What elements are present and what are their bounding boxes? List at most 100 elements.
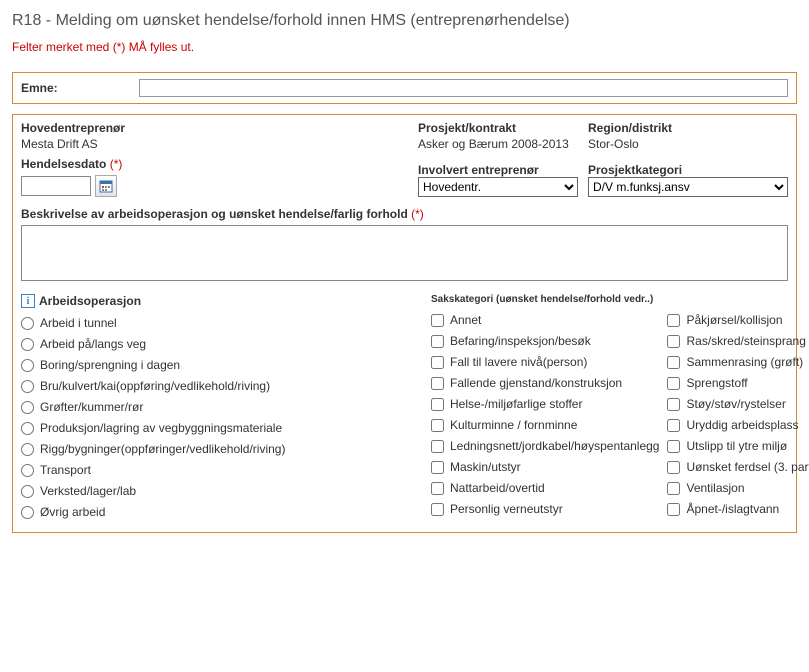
cat-label: Annet — [450, 313, 481, 328]
ops-item[interactable]: Arbeid i tunnel — [21, 316, 421, 331]
cat-label: Ledningsnett/jordkabel/høyspentanlegg — [450, 439, 659, 454]
ops-radio[interactable] — [21, 401, 34, 414]
cat-checkbox[interactable] — [431, 440, 444, 453]
cat-checkbox[interactable] — [667, 503, 680, 516]
ops-radio[interactable] — [21, 506, 34, 519]
desc-textarea[interactable] — [21, 225, 788, 281]
ops-radio[interactable] — [21, 485, 34, 498]
cat-item[interactable]: Uryddig arbeidsplass — [667, 418, 809, 433]
cat-item[interactable]: Befaring/inspeksjon/besøk — [431, 334, 659, 349]
cat-checkbox[interactable] — [431, 335, 444, 348]
ops-item[interactable]: Bru/kulvert/kai(oppføring/vedlikehold/ri… — [21, 379, 421, 394]
cat-item[interactable]: Uønsket ferdsel (3. part) — [667, 460, 809, 475]
cat-item[interactable]: Støy/støv/rystelser — [667, 397, 809, 412]
cat-item[interactable]: Annet — [431, 313, 659, 328]
ops-label: Arbeid på/langs veg — [40, 337, 146, 352]
cat-checkbox[interactable] — [431, 503, 444, 516]
cat-checkbox[interactable] — [667, 314, 680, 327]
ops-label: Arbeid i tunnel — [40, 316, 117, 331]
ops-item[interactable]: Transport — [21, 463, 421, 478]
ops-label: Transport — [40, 463, 91, 478]
region-label: Region/distrikt — [588, 121, 788, 135]
cat-label: Åpnet-/islagtvann — [686, 502, 779, 517]
ops-item[interactable]: Rigg/bygninger(oppføringer/vedlikehold/r… — [21, 442, 421, 457]
cat-item[interactable]: Sprengstoff — [667, 376, 809, 391]
ops-radio[interactable] — [21, 338, 34, 351]
ops-radio[interactable] — [21, 422, 34, 435]
ops-label: Grøfter/kummer/rør — [40, 400, 143, 415]
cat-item[interactable]: Maskin/utstyr — [431, 460, 659, 475]
ops-label: Boring/sprengning i dagen — [40, 358, 180, 373]
cat-item[interactable]: Påkjørsel/kollisjon — [667, 313, 809, 328]
cat-item[interactable]: Kulturminne / fornminne — [431, 418, 659, 433]
cat-checkbox[interactable] — [667, 419, 680, 432]
cat-checkbox[interactable] — [431, 356, 444, 369]
ops-label: Rigg/bygninger(oppføringer/vedlikehold/r… — [40, 442, 285, 457]
ops-item[interactable]: Øvrig arbeid — [21, 505, 421, 520]
involvert-select[interactable]: Hovedentr. — [418, 177, 578, 197]
cat-item[interactable]: Åpnet-/islagtvann — [667, 502, 809, 517]
cat-checkbox[interactable] — [431, 314, 444, 327]
subject-box: Emne: — [12, 72, 797, 104]
cat-checkbox[interactable] — [667, 440, 680, 453]
ops-item[interactable]: Produksjon/lagring av vegbyggningsmateri… — [21, 421, 421, 436]
cat-item[interactable]: Sammenrasing (grøft) — [667, 355, 809, 370]
dato-required: (*) — [110, 157, 123, 171]
cat-checkbox[interactable] — [431, 482, 444, 495]
cat-checkbox[interactable] — [667, 335, 680, 348]
ops-radio[interactable] — [21, 380, 34, 393]
region-value: Stor-Oslo — [588, 135, 788, 151]
ops-label: Bru/kulvert/kai(oppføring/vedlikehold/ri… — [40, 379, 270, 394]
ops-item[interactable]: Verksted/lager/lab — [21, 484, 421, 499]
ops-label: Produksjon/lagring av vegbyggningsmateri… — [40, 421, 282, 436]
calendar-icon — [99, 179, 113, 193]
desc-label: Beskrivelse av arbeidsoperasjon og uønsk… — [21, 207, 408, 221]
cat-item[interactable]: Ledningsnett/jordkabel/høyspentanlegg — [431, 439, 659, 454]
ops-header-text: Arbeidsoperasjon — [39, 294, 141, 308]
cat-label: Fallende gjenstand/konstruksjon — [450, 376, 622, 391]
cat-checkbox[interactable] — [667, 356, 680, 369]
cat-checkbox[interactable] — [431, 398, 444, 411]
dato-input[interactable] — [21, 176, 91, 196]
ops-item[interactable]: Boring/sprengning i dagen — [21, 358, 421, 373]
calendar-button[interactable] — [95, 175, 117, 197]
main-form-box: Hovedentreprenør Mesta Drift AS Prosjekt… — [12, 114, 797, 533]
cat-label: Fall til lavere nivå(person) — [450, 355, 587, 370]
cat-item[interactable]: Personlig verneutstyr — [431, 502, 659, 517]
cat-label: Befaring/inspeksjon/besøk — [450, 334, 591, 349]
ops-radio[interactable] — [21, 443, 34, 456]
cat-label: Støy/støv/rystelser — [686, 397, 785, 412]
cat-checkbox[interactable] — [431, 419, 444, 432]
cat-label: Helse-/miljøfarlige stoffer — [450, 397, 582, 412]
cat-checkbox[interactable] — [431, 461, 444, 474]
kategori-select[interactable]: D/V m.funksj.ansv — [588, 177, 788, 197]
subject-label: Emne: — [21, 81, 131, 95]
cat-item[interactable]: Utslipp til ytre miljø — [667, 439, 809, 454]
ops-radio[interactable] — [21, 359, 34, 372]
cat-label: Sprengstoff — [686, 376, 747, 391]
cat-item[interactable]: Ras/skred/steinsprang — [667, 334, 809, 349]
cat-checkbox[interactable] — [667, 398, 680, 411]
cat-item[interactable]: Fall til lavere nivå(person) — [431, 355, 659, 370]
ops-radio[interactable] — [21, 464, 34, 477]
cat-checkbox[interactable] — [667, 461, 680, 474]
cat-label: Personlig verneutstyr — [450, 502, 563, 517]
cat-item[interactable]: Fallende gjenstand/konstruksjon — [431, 376, 659, 391]
cat-item[interactable]: Nattarbeid/overtid — [431, 481, 659, 496]
dato-label: Hendelsesdato — [21, 157, 106, 171]
desc-required: (*) — [411, 207, 424, 221]
cat-item[interactable]: Ventilasjon — [667, 481, 809, 496]
info-icon: i — [21, 294, 35, 308]
hoved-value: Mesta Drift AS — [21, 135, 408, 151]
cat-checkbox[interactable] — [431, 377, 444, 390]
required-note: Felter merket med (*) MÅ fylles ut. — [12, 40, 797, 54]
cat-item[interactable]: Helse-/miljøfarlige stoffer — [431, 397, 659, 412]
cat-checkbox[interactable] — [667, 482, 680, 495]
subject-input[interactable] — [139, 79, 788, 97]
cat-checkbox[interactable] — [667, 377, 680, 390]
cats-header: Sakskategori (uønsket hendelse/forhold v… — [431, 294, 809, 305]
cat-label: Maskin/utstyr — [450, 460, 521, 475]
ops-radio[interactable] — [21, 317, 34, 330]
ops-item[interactable]: Grøfter/kummer/rør — [21, 400, 421, 415]
ops-item[interactable]: Arbeid på/langs veg — [21, 337, 421, 352]
